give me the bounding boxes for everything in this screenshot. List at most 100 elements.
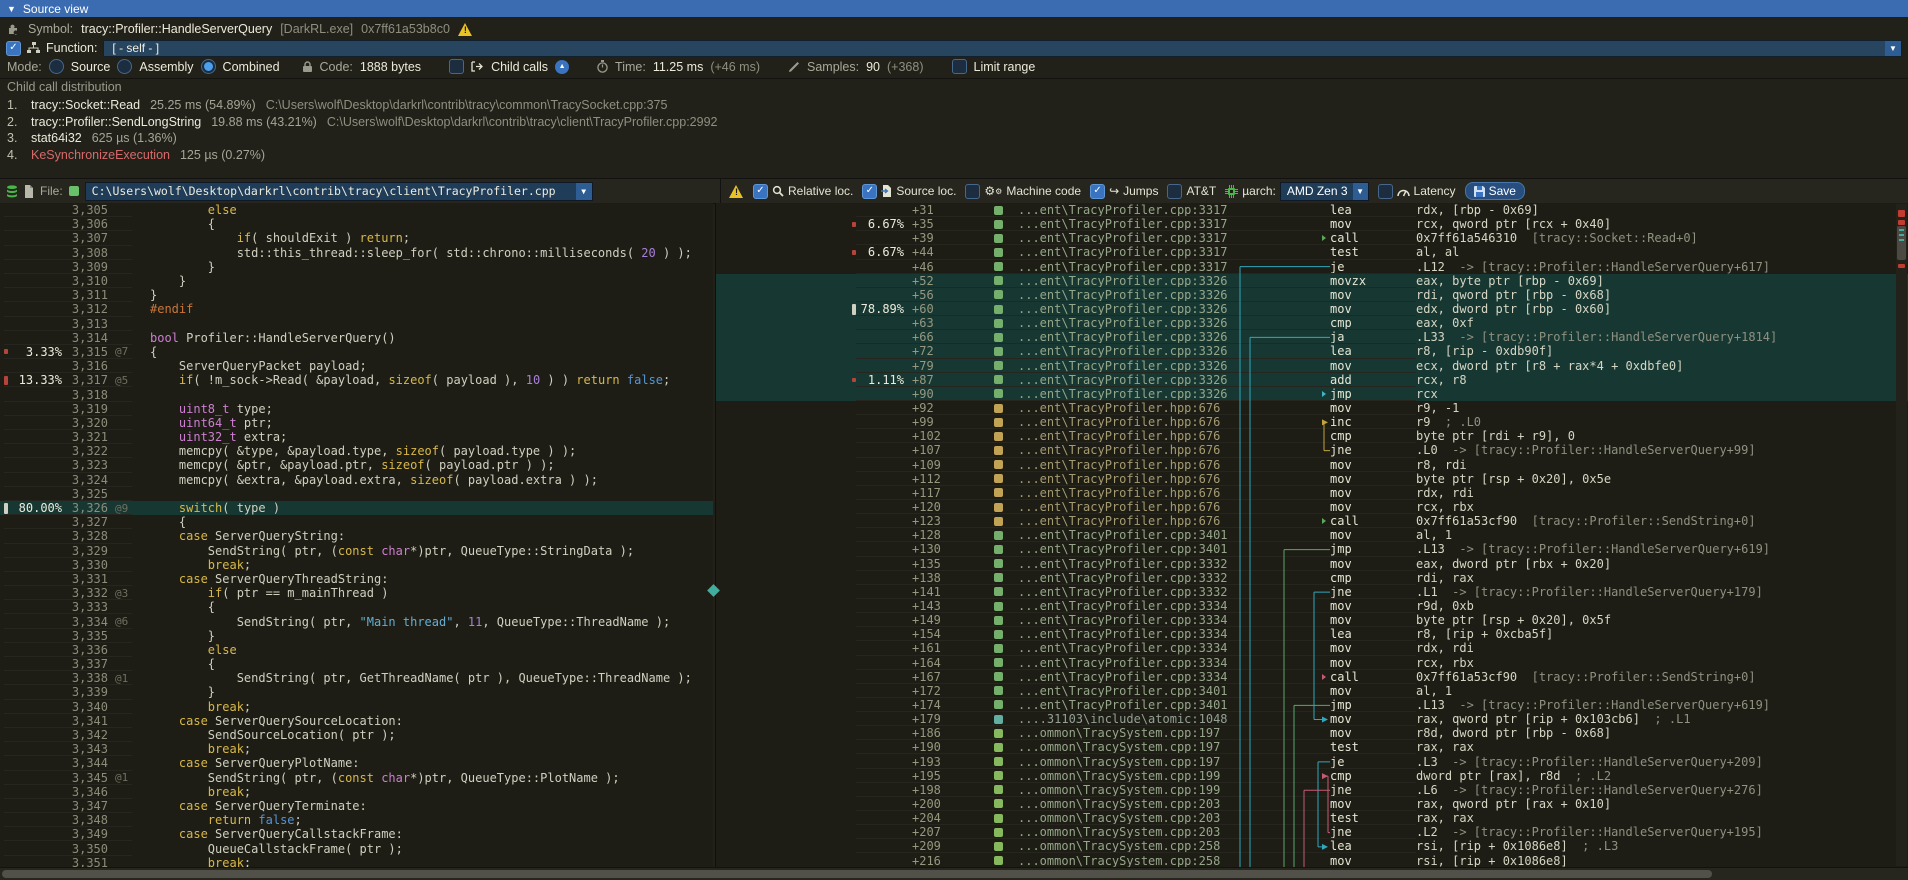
source-line[interactable]: 3,344 case ServerQueryPlotName: bbox=[0, 756, 713, 770]
child-calls-checkbox[interactable] bbox=[449, 59, 464, 74]
assembly-row[interactable]: +143...ent\TracyProfiler.cpp:3334movr9d,… bbox=[716, 599, 1908, 613]
assembly-row[interactable]: +109...ent\TracyProfiler.hpp:676movr8, r… bbox=[716, 458, 1908, 472]
source-line[interactable]: 3,342 SendSourceLocation( ptr ); bbox=[0, 728, 713, 742]
collapse-triangle-icon[interactable]: ▼ bbox=[7, 4, 16, 14]
assembly-row[interactable]: +123...ent\TracyProfiler.hpp:676call0x7f… bbox=[716, 514, 1908, 528]
latency-checkbox[interactable] bbox=[1378, 184, 1393, 199]
source-line[interactable]: 3,309 } bbox=[0, 260, 713, 274]
assembly-row[interactable]: +79...ent\TracyProfiler.cpp:3326movecx, … bbox=[716, 359, 1908, 373]
source-line[interactable]: 3,330 break; bbox=[0, 558, 713, 572]
assembly-row[interactable]: +46...ent\TracyProfiler.cpp:3317je.L12 -… bbox=[716, 260, 1908, 274]
source-line[interactable]: 3,311} bbox=[0, 288, 713, 302]
assembly-row[interactable]: +128...ent\TracyProfiler.cpp:3401moval, … bbox=[716, 528, 1908, 542]
assembly-row[interactable]: +120...ent\TracyProfiler.hpp:676movrcx, … bbox=[716, 500, 1908, 514]
source-line[interactable]: 3,347 case ServerQueryTerminate: bbox=[0, 799, 713, 813]
source-line[interactable]: 3,308 std::this_thread::sleep_for( std::… bbox=[0, 246, 713, 260]
source-line[interactable]: 3.33%3,315@7{ bbox=[0, 345, 713, 359]
source-line[interactable]: 3,321 uint32_t extra; bbox=[0, 430, 713, 444]
source-line[interactable]: 3,319 uint8_t type; bbox=[0, 402, 713, 416]
assembly-row[interactable]: +52...ent\TracyProfiler.cpp:3326movzxeax… bbox=[716, 274, 1908, 288]
assembly-row[interactable]: +72...ent\TracyProfiler.cpp:3326lear8, [… bbox=[716, 344, 1908, 358]
source-line[interactable]: 3,307 if( shouldExit ) return; bbox=[0, 231, 713, 245]
att-label[interactable]: AT&T bbox=[1186, 184, 1216, 198]
source-line[interactable]: 3,340 break; bbox=[0, 700, 713, 714]
source-line[interactable]: 80.00%3,326@9 switch( type ) bbox=[0, 501, 713, 515]
assembly-row[interactable]: +99...ent\TracyProfiler.hpp:676incr9 ; .… bbox=[716, 415, 1908, 429]
assembly-row[interactable]: +63...ent\TracyProfiler.cpp:3326cmpeax, … bbox=[716, 316, 1908, 330]
scrollbar-thumb[interactable] bbox=[1897, 226, 1906, 260]
assembly-row[interactable]: +90...ent\TracyProfiler.cpp:3326jmprcx bbox=[716, 387, 1908, 401]
att-checkbox[interactable] bbox=[1167, 184, 1182, 199]
source-line[interactable]: 3,349 case ServerQueryCallstackFrame: bbox=[0, 827, 713, 841]
child-call-row[interactable]: 1.tracy::Socket::Read25.25 ms (54.89%)C:… bbox=[0, 97, 1908, 114]
chevron-down-icon[interactable]: ▼ bbox=[1353, 183, 1368, 200]
source-line[interactable]: 3,345@1 SendString( ptr, (const char*)pt… bbox=[0, 771, 713, 785]
assembly-row[interactable]: 78.89%+60...ent\TracyProfiler.cpp:3326mo… bbox=[716, 302, 1908, 316]
relative-loc-checkbox[interactable]: ✓ bbox=[753, 184, 768, 199]
source-line[interactable]: 3,329 SendString( ptr, (const char*)ptr,… bbox=[0, 544, 713, 558]
chevron-down-icon[interactable]: ▼ bbox=[1885, 41, 1901, 56]
save-button[interactable]: Save bbox=[1465, 182, 1525, 200]
assembly-row[interactable]: +130...ent\TracyProfiler.cpp:3401jmp.L13… bbox=[716, 542, 1908, 556]
horizontal-scrollbar[interactable] bbox=[0, 867, 1908, 880]
assembly-row[interactable]: +107...ent\TracyProfiler.hpp:676jne.L0 -… bbox=[716, 443, 1908, 457]
radio-source-label[interactable]: Source bbox=[71, 60, 111, 74]
latency-label[interactable]: Latency bbox=[1414, 184, 1456, 198]
source-line[interactable]: 3,337 { bbox=[0, 657, 713, 671]
assembly-row[interactable]: 6.67%+35...ent\TracyProfiler.cpp:3317mov… bbox=[716, 217, 1908, 231]
assembly-row[interactable]: +135...ent\TracyProfiler.cpp:3332moveax,… bbox=[716, 557, 1908, 571]
assembly-row[interactable]: +138...ent\TracyProfiler.cpp:3332cmprdi,… bbox=[716, 571, 1908, 585]
source-loc-label[interactable]: Source loc. bbox=[896, 184, 956, 198]
assembly-row[interactable]: +216...ommon\TracySystem.cpp:258movrsi, … bbox=[716, 853, 1908, 867]
assembly-row[interactable]: +92...ent\TracyProfiler.hpp:676movr9, -1 bbox=[716, 401, 1908, 415]
source-line[interactable]: 3,333 { bbox=[0, 600, 713, 614]
assembly-pane[interactable]: +31...ent\TracyProfiler.cpp:3317leardx, … bbox=[715, 203, 1908, 868]
assembly-row[interactable]: +200...ommon\TracySystem.cpp:203movrax, … bbox=[716, 797, 1908, 811]
limit-range-checkbox[interactable] bbox=[952, 59, 967, 74]
assembly-row[interactable]: +204...ommon\TracySystem.cpp:203testrax,… bbox=[716, 811, 1908, 825]
assembly-row[interactable]: +195...ommon\TracySystem.cpp:199cmpdword… bbox=[716, 769, 1908, 783]
source-line[interactable]: 3,332@3 if( ptr == m_mainThread ) bbox=[0, 586, 713, 600]
source-line[interactable]: 3,338@1 SendString( ptr, GetThreadName( … bbox=[0, 671, 713, 685]
assembly-row[interactable]: +154...ent\TracyProfiler.cpp:3334lear8, … bbox=[716, 627, 1908, 641]
function-select[interactable]: [ - self - ] ▼ bbox=[103, 40, 1902, 57]
source-line[interactable]: 3,323 memcpy( &ptr, &payload.ptr, sizeof… bbox=[0, 458, 713, 472]
assembly-row[interactable]: +209...ommon\TracySystem.cpp:258learsi, … bbox=[716, 839, 1908, 853]
limit-range-label[interactable]: Limit range bbox=[974, 60, 1036, 74]
source-line[interactable]: 3,348 return false; bbox=[0, 813, 713, 827]
source-line[interactable]: 3,322 memcpy( &type, &payload.type, size… bbox=[0, 444, 713, 458]
source-line[interactable]: 3,327 { bbox=[0, 515, 713, 529]
child-call-row[interactable]: 3.stat64i32625 µs (1.36%) bbox=[0, 130, 1908, 147]
child-call-row[interactable]: 4.KeSynchronizeExecution125 µs (0.27%) bbox=[0, 147, 1908, 164]
source-line[interactable]: 3,341 case ServerQuerySourceLocation: bbox=[0, 714, 713, 728]
source-line[interactable]: 3,310 } bbox=[0, 274, 713, 288]
source-line[interactable]: 3,318 bbox=[0, 387, 713, 401]
machine-code-checkbox[interactable] bbox=[965, 184, 980, 199]
jumps-checkbox[interactable]: ✓ bbox=[1090, 184, 1105, 199]
title-bar[interactable]: ▼ Source view bbox=[0, 0, 1908, 17]
assembly-row[interactable]: +164...ent\TracyProfiler.cpp:3334movrcx,… bbox=[716, 656, 1908, 670]
assembly-row[interactable]: +190...ommon\TracySystem.cpp:197testrax,… bbox=[716, 740, 1908, 754]
assembly-row[interactable]: 6.67%+44...ent\TracyProfiler.cpp:3317tes… bbox=[716, 245, 1908, 259]
jumps-label[interactable]: Jumps bbox=[1123, 184, 1158, 198]
assembly-row[interactable]: +179....31103\include\atomic:1048movrax,… bbox=[716, 712, 1908, 726]
source-line[interactable]: 3,336 else bbox=[0, 643, 713, 657]
child-call-row[interactable]: 2.tracy::Profiler::SendLongString19.88 m… bbox=[0, 114, 1908, 131]
assembly-row[interactable]: +207...ommon\TracySystem.cpp:203jne.L2 -… bbox=[716, 825, 1908, 839]
source-line[interactable]: 3,328 case ServerQueryString: bbox=[0, 529, 713, 543]
source-line[interactable]: 3,314bool Profiler::HandleServerQuery() bbox=[0, 331, 713, 345]
radio-source[interactable] bbox=[49, 59, 64, 74]
assembly-row[interactable]: +66...ent\TracyProfiler.cpp:3326ja.L33 -… bbox=[716, 330, 1908, 344]
assembly-row[interactable]: +102...ent\TracyProfiler.hpp:676cmpbyte … bbox=[716, 429, 1908, 443]
assembly-row[interactable]: +31...ent\TracyProfiler.cpp:3317leardx, … bbox=[716, 203, 1908, 217]
assembly-row[interactable]: +193...ommon\TracySystem.cpp:197je.L3 ->… bbox=[716, 754, 1908, 768]
source-line[interactable]: 3,320 uint64_t ptr; bbox=[0, 416, 713, 430]
source-line[interactable]: 3,339 } bbox=[0, 685, 713, 699]
chevron-down-icon[interactable]: ▼ bbox=[576, 183, 592, 200]
source-line[interactable]: 3,306 { bbox=[0, 217, 713, 231]
scrollbar-thumb[interactable] bbox=[2, 870, 1712, 878]
assembly-row[interactable]: +186...ommon\TracySystem.cpp:197movr8d, … bbox=[716, 726, 1908, 740]
source-line[interactable]: 3,346 break; bbox=[0, 785, 713, 799]
assembly-row[interactable]: +161...ent\TracyProfiler.cpp:3334movrdx,… bbox=[716, 641, 1908, 655]
assembly-row[interactable]: +167...ent\TracyProfiler.cpp:3334call0x7… bbox=[716, 670, 1908, 684]
